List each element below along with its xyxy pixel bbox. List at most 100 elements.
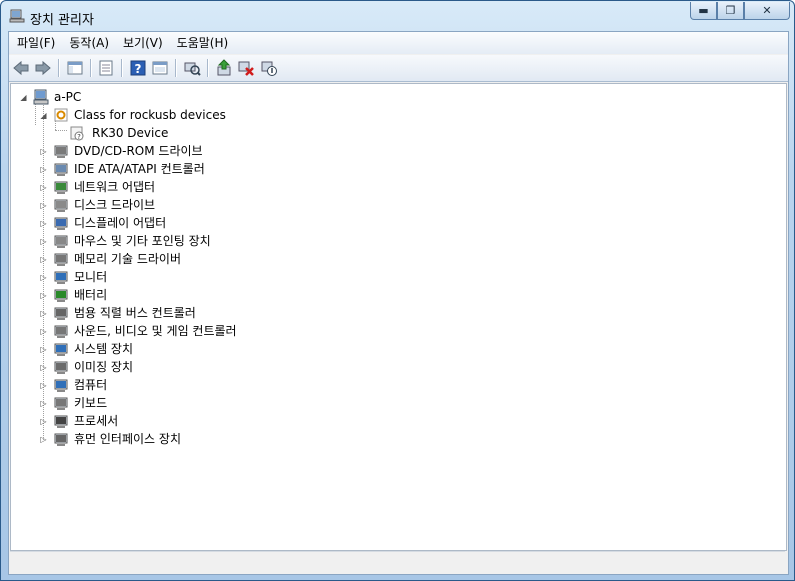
tree-category-item[interactable]: ▷ 모니터 [39,268,439,286]
tree-category-label: 이미징 장치 [74,360,134,374]
tree-category-item[interactable]: ▷ 컴퓨터 [39,376,439,394]
expand-arrow-icon[interactable]: ▷ [39,417,48,426]
window-title: 장치 관리자 [30,13,94,28]
tree-category-item[interactable]: ▷ 프로세서 [39,412,439,430]
help-icon[interactable]: ? [129,59,147,77]
device-manager-window: 장치 관리자 ▬ ❐ ✕ 파일(F) 동작(A) 보기(V) 도움말(H) ? [0,0,795,581]
tree-item-rk30-device[interactable]: ? RK30 Device [67,124,367,142]
expand-arrow-icon[interactable]: ▷ [39,291,48,300]
tree-category-item[interactable]: ▷ 마우스 및 기타 포인팅 장치 [39,232,439,250]
network-adapter-icon [54,181,68,194]
tree-category-item[interactable]: ▷ 이미징 장치 [39,358,439,376]
processor-icon [54,415,68,428]
tree-category-label: 모니터 [74,270,108,284]
tree-category-item[interactable]: ▷ 키보드 [39,394,439,412]
tree-root[interactable]: ◢ a-PC [19,88,319,106]
monitor-icon [54,271,68,284]
unknown-device-icon: ? [70,126,84,141]
expand-arrow-icon[interactable]: ▷ [39,237,48,246]
toolbar: ? [9,55,788,82]
expand-arrow-icon[interactable]: ▷ [39,399,48,408]
tree-category-label: 컴퓨터 [74,378,108,392]
tree-category-item[interactable]: ▷ 휴먼 인터페이스 장치 [39,430,439,448]
tree-category-label: 사운드, 비디오 및 게임 컨트롤러 [74,324,237,338]
display-adapter-icon [54,217,68,230]
menu-bar: 파일(F) 동작(A) 보기(V) 도움말(H) [9,32,788,54]
sound-icon [54,325,68,338]
imaging-device-icon [54,361,68,374]
expand-arrow-icon[interactable]: ▷ [39,435,48,444]
expand-arrow-icon[interactable]: ▷ [39,273,48,282]
tree-category-label: 네트워크 어댑터 [74,180,156,194]
tree-category-label: 휴먼 인터페이스 장치 [74,432,181,446]
tree-category-label: 배터리 [74,288,108,302]
rockusb-class-icon [54,108,68,122]
menu-action[interactable]: 동작(A) [61,32,115,54]
client-area: 파일(F) 동작(A) 보기(V) 도움말(H) ? ◢ a-PC ◢ Clas… [8,31,789,575]
tree-category-label: 시스템 장치 [74,342,134,356]
tree-category-item[interactable]: ▷ 네트워크 어댑터 [39,178,439,196]
tree-category-item[interactable]: ▷ 배터리 [39,286,439,304]
expand-arrow-icon[interactable]: ▷ [39,381,48,390]
expand-arrow-icon[interactable]: ▷ [39,363,48,372]
export-list-icon[interactable] [151,59,169,77]
computer-icon [54,379,68,392]
tree-category-label: 디스크 드라이브 [74,198,156,212]
menu-view[interactable]: 보기(V) [115,32,169,54]
expand-arrow-icon[interactable]: ▷ [39,183,48,192]
menu-help[interactable]: 도움말(H) [169,32,235,54]
collapse-arrow-icon[interactable]: ◢ [19,93,28,102]
back-icon[interactable] [12,59,30,77]
battery-icon [54,289,68,302]
expand-arrow-icon[interactable]: ▷ [39,201,48,210]
device-manager-icon [9,9,25,23]
expand-arrow-icon[interactable]: ▷ [39,219,48,228]
tree-category-item[interactable]: ▷ 사운드, 비디오 및 게임 컨트롤러 [39,322,439,340]
tree-category-item[interactable]: ▷ 시스템 장치 [39,340,439,358]
tree-category-item[interactable]: ▷ 디스플레이 어댑터 [39,214,439,232]
svg-text:?: ? [135,62,142,76]
mouse-icon [54,235,68,248]
uninstall-icon[interactable] [237,59,255,77]
tree-category-label: 범용 직렬 버스 컨트롤러 [74,306,196,320]
tree-category-label: 메모리 기술 드라이버 [74,252,181,266]
tree-category-label: 키보드 [74,396,108,410]
tree-category-item[interactable]: ▷ 범용 직렬 버스 컨트롤러 [39,304,439,322]
tree-category-item[interactable]: ▷ 디스크 드라이브 [39,196,439,214]
forward-icon[interactable] [34,59,52,77]
ide-controller-icon [54,163,68,176]
expand-arrow-icon[interactable]: ▷ [39,147,48,156]
tree-category-item[interactable]: ▷ IDE ATA/ATAPI 컨트롤러 [39,160,439,178]
tree-category-item[interactable]: ▷ 메모리 기술 드라이버 [39,250,439,268]
device-tree[interactable]: ◢ a-PC ◢ Class for rockusb devices ? RK3… [10,83,787,551]
tree-category-item[interactable]: ▷ DVD/CD-ROM 드라이브 [39,142,439,160]
expand-arrow-icon[interactable]: ▷ [39,327,48,336]
properties-icon[interactable] [97,59,115,77]
tree-category-label: 디스플레이 어댑터 [74,216,167,230]
menu-file[interactable]: 파일(F) [9,32,61,54]
scan-hardware-icon[interactable] [183,59,201,77]
dvd-drive-icon [54,145,68,158]
hid-icon [54,433,68,446]
svg-text:?: ? [77,133,81,141]
status-bar [10,551,785,572]
expand-arrow-icon[interactable]: ▷ [39,345,48,354]
tree-category-label: IDE ATA/ATAPI 컨트롤러 [74,162,205,176]
close-button[interactable]: ✕ [744,2,790,20]
collapse-arrow-icon[interactable]: ◢ [39,111,48,120]
minimize-button[interactable]: ▬ [690,2,717,20]
expand-arrow-icon[interactable]: ▷ [39,165,48,174]
maximize-button[interactable]: ❐ [717,2,744,20]
disable-icon[interactable] [260,59,278,77]
expand-arrow-icon[interactable]: ▷ [39,309,48,318]
update-driver-icon[interactable] [215,59,233,77]
usb-icon [54,307,68,320]
root-label: a-PC [54,90,82,104]
title-bar[interactable]: 장치 관리자 ▬ ❐ ✕ [1,1,794,31]
expand-arrow-icon[interactable]: ▷ [39,255,48,264]
tree-item-rockusb[interactable]: ◢ Class for rockusb devices [39,106,339,124]
memory-icon [54,253,68,266]
tree-category-label: DVD/CD-ROM 드라이브 [74,144,203,158]
system-device-icon [54,343,68,356]
show-hide-console-tree-icon[interactable] [66,59,84,77]
